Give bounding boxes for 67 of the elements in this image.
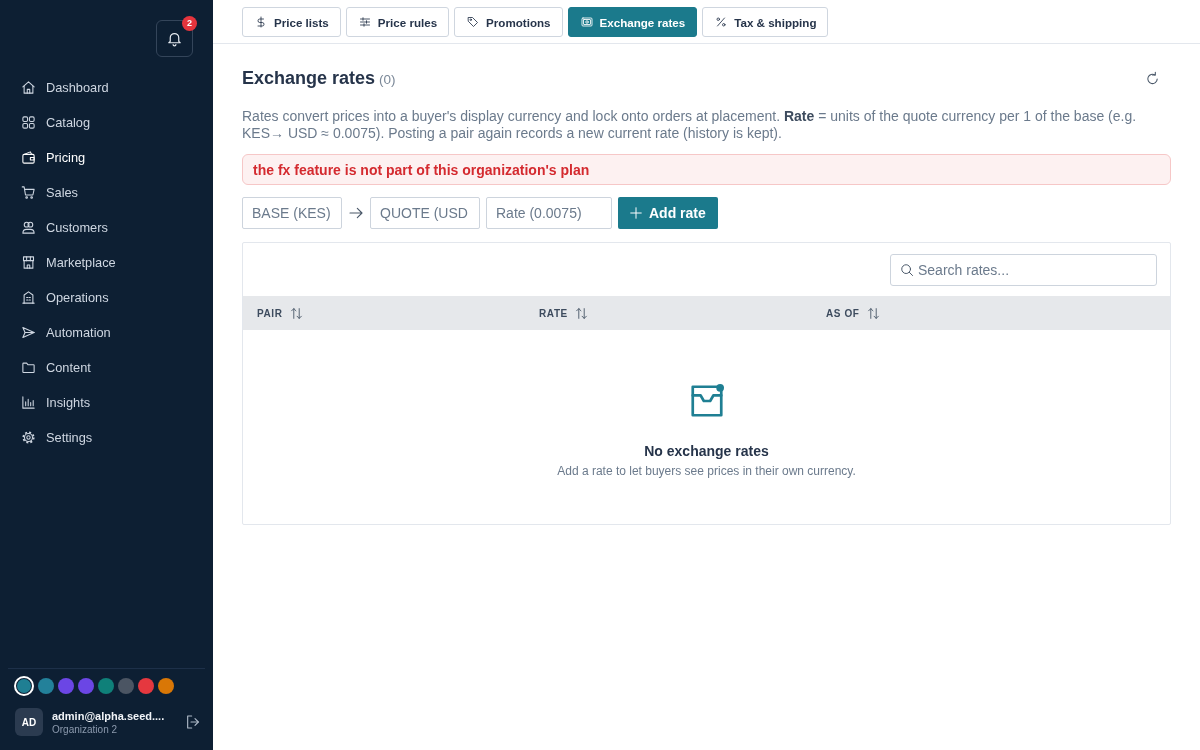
user-avatar: AD [15,708,43,736]
storefront-icon [21,255,36,270]
column-header[interactable]: RATE [539,307,568,319]
nav-item[interactable]: Operations [0,280,213,315]
color-swatch[interactable] [158,678,174,694]
sliders-icon [358,16,371,28]
paper-plane-icon [21,325,36,340]
bar-chart-icon [21,395,36,410]
nav-item[interactable]: Insights [0,385,213,420]
nav-item[interactable]: Sales [0,175,213,210]
wallet-icon [21,150,36,165]
column-header[interactable]: AS OF [826,307,860,319]
banknote-icon [580,16,593,28]
folder-icon [21,360,36,375]
rate-field[interactable]: Rate (0.0075) [486,197,612,229]
nav-item[interactable]: Settings [0,420,213,455]
page-title: Exchange rates [242,68,376,89]
sort-icon[interactable] [866,306,880,320]
organization-name: Organization 2 [52,723,119,735]
settings-icon [21,430,36,445]
refresh-icon[interactable] [1145,71,1160,86]
nav-item[interactable]: Content [0,350,213,385]
item-count: (0) [379,72,396,87]
building-icon [21,290,36,305]
grid-icon [21,115,36,130]
sort-icon[interactable] [574,306,588,320]
tab[interactable]: Promotions [454,7,563,37]
tab[interactable]: Price rules [345,7,450,37]
empty-state-title: No exchange rates [644,443,769,459]
tab[interactable]: Price lists [242,7,341,37]
nav-item[interactable]: Pricing [0,140,213,175]
add-rate-button[interactable]: Add rate [618,197,718,229]
logout-icon[interactable] [185,714,201,730]
bell-icon [166,30,183,47]
color-swatch[interactable] [38,678,54,694]
people-icon [21,220,36,235]
quote-currency-field[interactable]: QUOTE (USD [370,197,480,229]
search-icon [900,262,914,277]
empty-state-message: Add a rate to let buyers see prices in their own currency. [557,464,856,478]
color-swatch[interactable] [118,678,134,694]
description-text: Rates convert prices into a buyer's display currency and lock onto orders at placement. Rate = units of the quote currency per 1 of the base (e.g. KES→ USD ≈ 0.0075). Posting a pair again records a new current rate (history is kept). [242,108,1138,142]
base-currency-field[interactable]: BASE (KES) [242,197,342,229]
user-email: admin@alpha.seed.... [52,709,166,722]
nav-item[interactable]: Dashboard [0,70,213,105]
arrow-right-icon [348,205,364,221]
color-swatch[interactable] [14,676,34,696]
search-field[interactable]: Search rates... [890,253,1157,286]
percent-icon [715,16,728,28]
plus-icon [629,206,643,220]
tag-icon [467,16,480,28]
cart-icon [21,185,36,200]
dollar-icon [255,16,267,28]
notification-count-badge: 2 [182,16,197,31]
nav-item[interactable]: Customers [0,210,213,245]
color-swatch[interactable] [98,678,114,694]
color-swatch[interactable] [58,678,74,694]
nav-item[interactable]: Catalog [0,105,213,140]
color-swatch[interactable] [78,678,94,694]
column-header[interactable]: PAIR [257,307,283,319]
nav-item[interactable]: Marketplace [0,245,213,280]
nav-item[interactable]: Automation [0,315,213,350]
tab[interactable]: Tax & shipping [702,7,829,37]
tab[interactable]: Exchange rates [567,7,698,37]
error-banner: the fx feature is not part of this organization's plan [242,154,1171,185]
color-swatch[interactable] [138,678,154,694]
sort-icon[interactable] [289,306,303,320]
house-icon [21,80,36,95]
